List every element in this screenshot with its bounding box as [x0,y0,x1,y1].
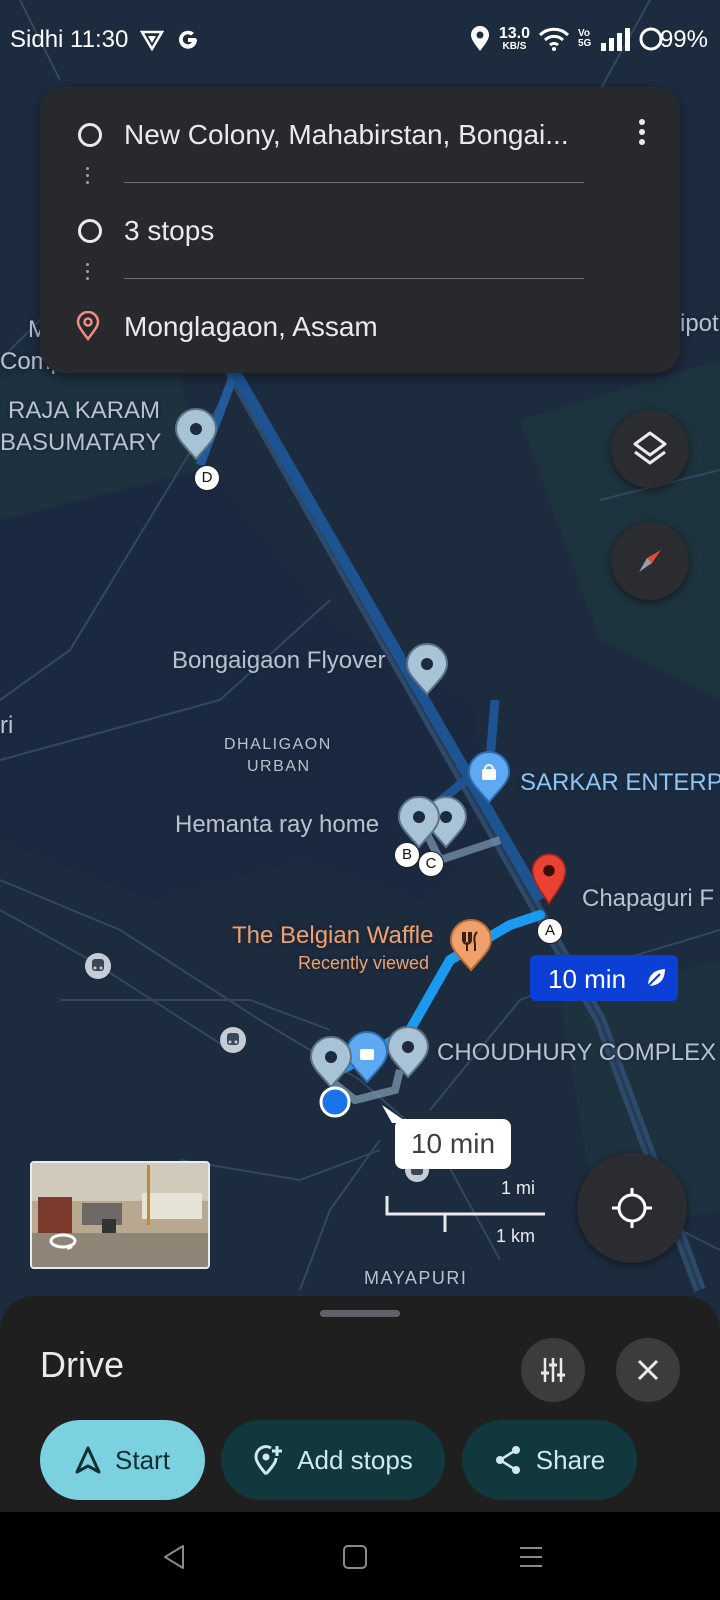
stop-circle-icon [78,219,102,243]
sheet-title: Drive [40,1344,125,1385]
flyover-pin[interactable] [405,642,449,696]
start-label: Start [115,1444,170,1475]
stop-letter-c: C [418,851,444,877]
add-stops-label: Add stops [297,1444,413,1475]
map-label-basumatary: BASUMATARY [0,429,162,456]
eco-leaf-icon [647,969,665,987]
route-connector [86,163,90,188]
signal-icon [601,28,630,51]
battery-percent: 99% [659,26,708,53]
layers-icon [633,431,667,465]
route-card: New Colony, Mahabirstan, Bongai... 3 sto… [40,87,680,373]
route-divider [124,182,584,183]
stop-letter-a: A [537,918,563,944]
train-station-icon[interactable] [84,952,112,980]
destination-pin-icon [76,311,100,341]
train-station-icon[interactable] [219,1026,247,1054]
system-navigation-bar [0,1512,720,1600]
map-label-sarkar-enterprise[interactable]: SARKAR ENTERP [520,769,720,797]
share-icon [495,1446,520,1474]
map-label-edge-ri: ri [0,712,14,739]
route-stops-row[interactable]: 3 stops [40,201,680,261]
map-label-bongaigaon-flyover[interactable]: Bongaigaon Flyover [172,647,385,675]
map-label-mayapuri: MAYAPURI [364,1268,468,1288]
map-label-raja-karam: RAJA KARAM [8,397,161,424]
network-type: Vo 5G [578,28,592,49]
my-location-icon [612,1188,652,1228]
scale-bar [385,1196,545,1232]
map-label-urban: URBAN [247,758,311,775]
wifi-icon [538,27,570,51]
map-label-hemanta-ray-home[interactable]: Hemanta ray home [175,811,379,839]
route-divider [124,278,584,279]
compass-icon [639,550,661,572]
origin-circle-icon [78,123,102,147]
street-view-image [32,1163,208,1267]
choudhury-pin[interactable] [386,1025,430,1079]
add-stops-button[interactable]: Add stops [221,1420,445,1500]
data-speed: 13.0 KB/S [499,26,530,52]
close-icon [637,1359,659,1381]
data-speed-value: 13.0 [498,25,530,42]
compass-button[interactable] [611,522,689,600]
duration-primary-label[interactable]: 10 min [530,955,678,1001]
share-button[interactable]: Share [462,1420,637,1500]
bottom-sheet: Drive Start Add stops Share [0,1296,720,1512]
map-label-chapaguri[interactable]: Chapaguri F [582,885,714,913]
status-left: Sidhi 11:30 [10,26,200,54]
duration-alt-label[interactable]: 10 min [395,1119,511,1169]
stop-letter-d: D [194,465,220,491]
stop-pin-b[interactable] [397,795,441,849]
rotate-360-icon [49,1233,77,1250]
origin-pin[interactable] [309,1035,353,1089]
sheet-drag-handle[interactable] [320,1310,400,1317]
stop-letter-b: B [394,842,420,868]
close-button[interactable] [616,1338,680,1402]
route-destination-row[interactable]: Monglagaon, Assam [40,297,680,357]
route-origin: New Colony, Mahabirstan, Bongai... [124,119,569,150]
shopping-pin[interactable] [467,750,511,804]
vpn-shield-icon [140,30,165,51]
status-time: Sidhi 11:30 [10,26,129,53]
back-icon[interactable] [162,1544,186,1570]
map-scale: 1 mi 1 km [385,1178,545,1246]
route-stops: 3 stops [124,215,215,246]
route-connector [86,259,90,284]
home-icon[interactable] [342,1544,368,1570]
status-right: 13.0 KB/S Vo 5G [469,26,664,52]
route-options-button[interactable] [521,1338,585,1402]
my-location-button[interactable] [577,1153,687,1263]
location-icon [470,26,489,51]
current-location-dot [319,1086,351,1118]
duration-primary-text: 10 min [548,964,627,994]
data-speed-unit: KB/S [502,41,527,52]
share-label: Share [535,1444,606,1475]
add-location-icon [254,1445,283,1475]
status-bar: Sidhi 11:30 13.0 KB/S Vo 5G 99% [0,0,720,84]
destination-pin-a[interactable] [527,851,571,905]
layers-button[interactable] [611,410,689,488]
tune-icon [541,1358,565,1382]
recents-menu-icon[interactable] [518,1544,544,1570]
map-label-dhaligaon: DHALIGAON [224,736,332,753]
restaurant-pin[interactable] [449,918,493,972]
route-destination: Monglagaon, Assam [124,311,378,342]
navigation-arrow-icon [75,1446,101,1474]
map-label-recently-viewed: Recently viewed [298,953,430,973]
stop-pin-d[interactable] [174,407,218,461]
menu-more-icon[interactable] [632,115,652,151]
google-g-icon [179,30,198,49]
map-label-edge-ipot: ipot [680,310,719,337]
street-view-thumbnail[interactable] [30,1161,210,1269]
map-label-belgian-waffle[interactable]: The Belgian Waffle [232,922,433,950]
route-origin-row[interactable]: New Colony, Mahabirstan, Bongai... [40,105,680,165]
map-label-choudhury-complex[interactable]: CHOUDHURY COMPLEX [437,1039,716,1067]
start-button[interactable]: Start [40,1420,205,1500]
